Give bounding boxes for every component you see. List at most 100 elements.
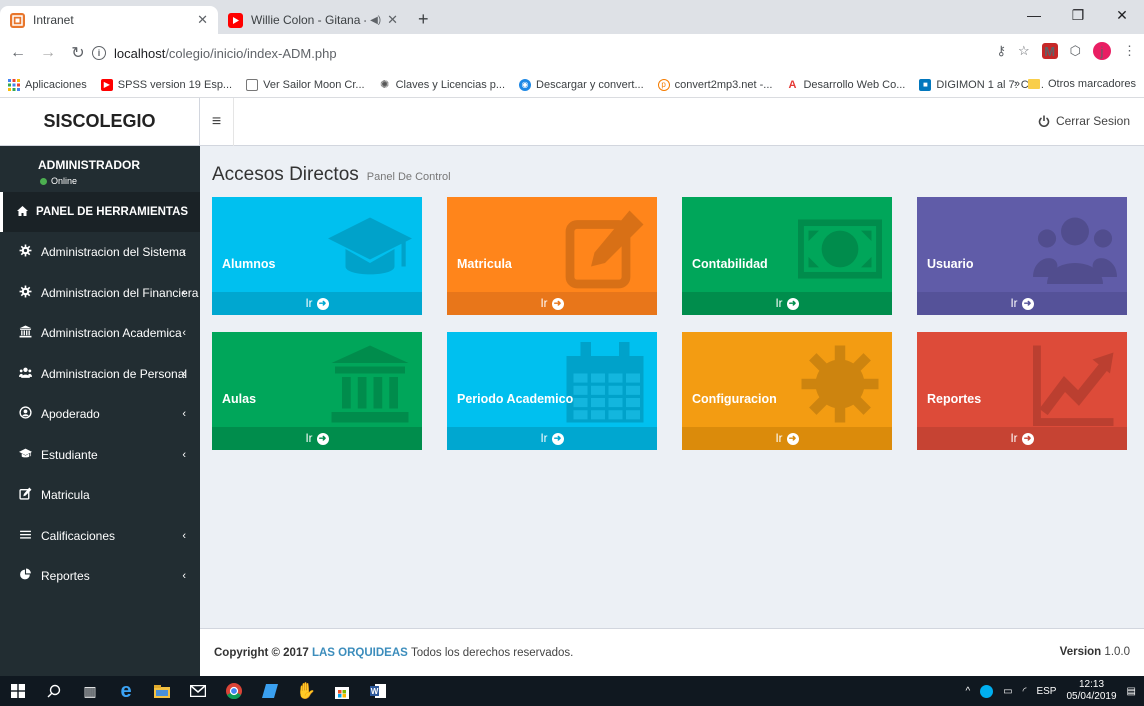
- extension-icon[interactable]: M: [1041, 43, 1058, 59]
- clock[interactable]: 12:13 05/04/2019: [1066, 679, 1116, 703]
- audio-playing-icon[interactable]: ◀): [370, 15, 381, 26]
- sidebar-menu-header[interactable]: PANEL DE HERRAMIENTAS: [0, 192, 200, 232]
- paint-icon[interactable]: ✋: [288, 676, 324, 706]
- more-bookmarks-button[interactable]: »: [1014, 78, 1020, 90]
- windows-start-icon[interactable]: [0, 676, 36, 706]
- online-dot-icon: [40, 177, 47, 185]
- tab-youtube[interactable]: Willie Colon - Gitana - YouTu ◀) ✕: [218, 6, 408, 34]
- edge-icon[interactable]: e: [108, 676, 144, 706]
- intranet-favicon-icon: [10, 12, 25, 28]
- tile-more-link[interactable]: Ir ➜: [917, 427, 1127, 450]
- org-link[interactable]: LAS ORQUIDEAS: [312, 647, 408, 659]
- menu-dots-icon[interactable]: ⋮: [1123, 43, 1136, 59]
- tray-expand-icon[interactable]: ^: [965, 686, 970, 697]
- chevron-left-icon: ‹: [182, 529, 186, 542]
- wifi-icon[interactable]: ◜: [1023, 686, 1027, 697]
- file-explorer-icon[interactable]: [144, 676, 180, 706]
- sidebar-item-administracion-de-personal[interactable]: Administracion de Personal ‹: [0, 354, 200, 395]
- sidebar-item-estudiante[interactable]: Estudiante ‹: [0, 435, 200, 476]
- close-tab-icon[interactable]: ✕: [197, 12, 208, 28]
- minimize-icon[interactable]: —: [1012, 0, 1056, 30]
- menu-toggle-icon[interactable]: ≡: [200, 98, 234, 146]
- forward-icon[interactable]: →: [36, 41, 60, 65]
- close-tab-icon[interactable]: ✕: [387, 12, 398, 28]
- language-indicator[interactable]: ESP: [1036, 686, 1056, 697]
- address-bar-row: ← → ↻ i localhost/colegio/inicio/index-A…: [0, 34, 1144, 72]
- tile-alumnos[interactable]: Alumnos Ir ➜: [212, 197, 422, 315]
- bookmark-label: Aplicaciones: [25, 78, 87, 91]
- sidebar-item-label: Estudiante: [41, 447, 98, 462]
- tile-aulas[interactable]: Aulas Ir ➜: [212, 332, 422, 450]
- tile-more-link[interactable]: Ir ➜: [917, 292, 1127, 315]
- skype-icon[interactable]: [980, 684, 994, 698]
- tile-label: Contabilidad: [692, 257, 768, 271]
- tile-body: Alumnos: [212, 197, 422, 292]
- tile-more-link[interactable]: Ir ➜: [212, 292, 422, 315]
- list-icon: [17, 528, 33, 544]
- sidebar-item-reportes[interactable]: Reportes ‹: [0, 556, 200, 597]
- tile-more-link[interactable]: Ir ➜: [212, 427, 422, 450]
- tile-more-link[interactable]: Ir ➜: [682, 292, 892, 315]
- sidebar-item-administracion-del-sistema[interactable]: Administracion del Sistema ‹: [0, 232, 200, 273]
- task-view-icon[interactable]: ▥: [72, 676, 108, 706]
- tab-intranet[interactable]: Intranet ✕: [0, 6, 218, 34]
- tile-usuario[interactable]: Usuario Ir ➜: [917, 197, 1127, 315]
- other-bookmarks-folder[interactable]: Otros marcadores: [1048, 78, 1136, 90]
- chevron-left-icon: ‹: [182, 246, 186, 259]
- tile-configuracion[interactable]: Configuracion Ir ➜: [682, 332, 892, 450]
- tile-periodo-academico[interactable]: Periodo Academico Ir ➜: [447, 332, 657, 450]
- back-icon[interactable]: ←: [6, 41, 30, 65]
- sidebar-item-label: Administracion Academica: [41, 326, 182, 341]
- bookmark-sailor-moon[interactable]: Ver Sailor Moon Cr...: [246, 78, 365, 91]
- bookmark-apps[interactable]: Aplicaciones: [8, 78, 87, 91]
- main-footer: Copyright © 2017 LAS ORQUIDEAS Todos los…: [200, 628, 1144, 676]
- restore-icon[interactable]: ❐: [1056, 0, 1100, 30]
- brand-logo[interactable]: SISCOLEGIO: [0, 98, 200, 146]
- bookmark-spss[interactable]: ▶ SPSS version 19 Esp...: [100, 78, 233, 91]
- users-icon: [1033, 207, 1117, 294]
- clock-date: 05/04/2019: [1066, 691, 1117, 702]
- star-icon[interactable]: ☆: [1018, 43, 1030, 59]
- page-icon: [246, 78, 259, 91]
- search-icon[interactable]: [36, 676, 72, 706]
- reload-icon[interactable]: ↻: [66, 41, 90, 65]
- tile-matricula[interactable]: Matricula Ir ➜: [447, 197, 657, 315]
- new-tab-button[interactable]: +: [418, 9, 429, 30]
- bookmark-descargar[interactable]: ◉ Descargar y convert...: [519, 78, 644, 91]
- url-field[interactable]: i localhost/colegio/inicio/index-ADM.php: [92, 39, 922, 67]
- mail-icon[interactable]: [180, 676, 216, 706]
- tile-more-link[interactable]: Ir ➜: [682, 427, 892, 450]
- sidebar-item-matricula[interactable]: Matricula: [0, 475, 200, 516]
- notifications-icon[interactable]: ▤: [1127, 686, 1136, 697]
- store-icon[interactable]: [324, 676, 360, 706]
- tile-link-label: Ir: [775, 432, 783, 445]
- key-icon[interactable]: ⚷: [996, 43, 1006, 59]
- extension-shield-icon[interactable]: ⬡: [1070, 43, 1081, 59]
- content: Accesos Directos Panel De Control Alumno…: [200, 146, 1144, 628]
- tile-more-link[interactable]: Ir ➜: [447, 292, 657, 315]
- users-icon: [17, 366, 33, 382]
- word-icon[interactable]: W: [360, 676, 396, 706]
- youtube-icon: ▶: [100, 78, 113, 91]
- profile-avatar[interactable]: j: [1093, 42, 1111, 60]
- bookmark-label: SPSS version 19 Esp...: [117, 78, 233, 91]
- battery-icon[interactable]: ▭: [1003, 686, 1012, 697]
- tile-contabilidad[interactable]: Contabilidad Ir ➜: [682, 197, 892, 315]
- app: SISCOLEGIO ≡ Cerrar Sesion ADMINISTRADOR…: [0, 98, 1144, 676]
- tile-label: Usuario: [927, 257, 974, 271]
- window-controls: — ❐ ✕: [1012, 0, 1144, 30]
- bookmark-convert2mp3[interactable]: p convert2mp3.net -...: [657, 78, 772, 91]
- close-window-icon[interactable]: ✕: [1100, 0, 1144, 30]
- info-icon[interactable]: i: [92, 46, 106, 60]
- bookmark-desarrollo-web[interactable]: A Desarrollo Web Co...: [786, 79, 905, 91]
- tile-reportes[interactable]: Reportes Ir ➜: [917, 332, 1127, 450]
- sidebar-item-calificaciones[interactable]: Calificaciones ‹: [0, 516, 200, 557]
- sidebar-item-apoderado[interactable]: Apoderado ‹: [0, 394, 200, 435]
- bookmark-claves[interactable]: ✺ Claves y Licencias p...: [379, 79, 505, 92]
- tile-more-link[interactable]: Ir ➜: [447, 427, 657, 450]
- app-icon[interactable]: [252, 676, 288, 706]
- logout-button[interactable]: Cerrar Sesion: [1038, 114, 1130, 128]
- sidebar-item-administracion-del-financiera[interactable]: Administracion del Financiera ‹: [0, 273, 200, 314]
- chrome-icon[interactable]: [216, 676, 252, 706]
- sidebar-item-administracion-academica[interactable]: Administracion Academica ‹: [0, 313, 200, 354]
